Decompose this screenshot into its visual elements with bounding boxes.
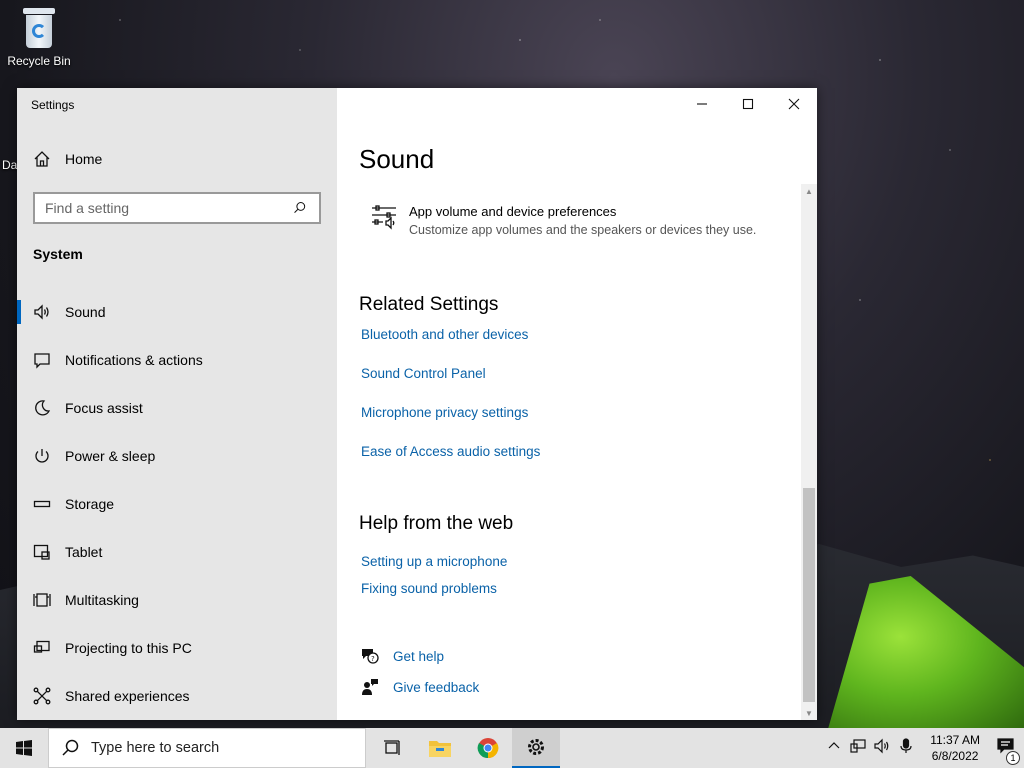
sidebar-item-label: Notifications & actions (65, 352, 203, 368)
scrollbar-thumb[interactable] (803, 488, 815, 702)
get-help-icon: ? (362, 649, 379, 664)
clock[interactable]: 11:37 AM 6/8/2022 (930, 732, 980, 764)
task-view-icon (384, 740, 400, 755)
task-view-button[interactable] (368, 728, 416, 768)
desktop-icon-partial-label[interactable]: Da (2, 158, 17, 172)
volume-icon[interactable] (874, 738, 890, 759)
settings-taskbar-button[interactable] (512, 728, 560, 768)
sidebar-item-shared-experiences[interactable]: Shared experiences (17, 672, 337, 720)
window-title: Settings (31, 98, 75, 112)
recycle-bin-shortcut[interactable]: Recycle Bin (6, 6, 72, 68)
maximize-button[interactable] (725, 88, 771, 120)
close-icon (788, 98, 800, 110)
main-content: Sound App volume and device preferences … (337, 88, 817, 720)
windows-logo-icon (16, 740, 32, 756)
start-button[interactable] (0, 728, 48, 768)
power-icon (33, 447, 51, 465)
link-setting-up-microphone[interactable]: Setting up a microphone (361, 554, 507, 569)
sidebar-item-label: Focus assist (65, 400, 143, 416)
shared-icon (33, 687, 51, 705)
folder-icon (429, 741, 451, 757)
taskbar: Type here to search 11:37 AM 6/8/2022 1 (0, 728, 1024, 768)
give-feedback-label: Give feedback (393, 679, 480, 695)
system-tray: 11:37 AM 6/8/2022 1 (826, 728, 1024, 768)
get-help-link[interactable]: ? Get help (361, 647, 444, 665)
sidebar-item-notifications[interactable]: Notifications & actions (17, 336, 337, 384)
notification-count-badge: 1 (1006, 750, 1020, 765)
clock-time: 11:37 AM (930, 733, 980, 747)
scrollbar[interactable]: ▲ ▼ (801, 184, 817, 720)
sidebar-item-tablet[interactable]: Tablet (17, 528, 337, 576)
scroll-down-arrow[interactable]: ▼ (801, 706, 817, 720)
sidebar-item-label: Power & sleep (65, 448, 156, 464)
sidebar-nav: Sound Notifications & actions Focus assi… (17, 288, 337, 720)
sidebar-item-focus-assist[interactable]: Focus assist (17, 384, 337, 432)
home-label: Home (65, 151, 103, 167)
sidebar-item-storage[interactable]: Storage (17, 480, 337, 528)
link-fixing-sound-problems[interactable]: Fixing sound problems (361, 581, 497, 596)
sidebar-item-label: Projecting to this PC (65, 640, 192, 656)
notification-icon (33, 351, 51, 369)
settings-window: Settings Home Find a setting System Soun… (17, 88, 817, 720)
scroll-up-arrow[interactable]: ▲ (801, 184, 817, 198)
sidebar-item-label: Multitasking (65, 592, 139, 608)
link-bluetooth-devices[interactable]: Bluetooth and other devices (361, 327, 528, 342)
network-icon[interactable] (850, 738, 866, 759)
sidebar-item-multitasking[interactable]: Multitasking (17, 576, 337, 624)
link-ease-of-access-audio[interactable]: Ease of Access audio settings (361, 444, 540, 459)
help-from-web-heading: Help from the web (359, 513, 514, 534)
section-heading-system: System (33, 246, 83, 262)
minimize-button[interactable] (679, 88, 725, 120)
sidebar-item-label: Sound (65, 304, 106, 320)
sidebar-item-label: Shared experiences (65, 688, 190, 704)
link-microphone-privacy[interactable]: Microphone privacy settings (361, 405, 528, 420)
app-volume-preferences-link[interactable]: App volume and device preferences Custom… (371, 204, 756, 237)
microphone-icon[interactable] (898, 737, 914, 759)
chrome-button[interactable] (464, 728, 512, 768)
search-icon (291, 199, 309, 217)
sliders-icon (371, 204, 397, 230)
moon-icon (33, 399, 51, 417)
page-title: Sound (359, 144, 435, 174)
feedback-icon (362, 679, 378, 695)
multitasking-icon (33, 591, 51, 609)
home-link[interactable]: Home (33, 150, 102, 168)
sidebar-item-label: Storage (65, 496, 115, 512)
search-icon (62, 739, 79, 756)
storage-icon (33, 495, 51, 513)
give-feedback-link[interactable]: Give feedback (361, 678, 479, 696)
sidebar: Settings Home Find a setting System Soun… (17, 88, 337, 720)
taskbar-search-placeholder: Type here to search (91, 740, 220, 756)
minimize-icon (697, 103, 707, 105)
file-explorer-button[interactable] (416, 728, 464, 768)
speaker-icon (33, 303, 51, 321)
sidebar-item-projecting[interactable]: Projecting to this PC (17, 624, 337, 672)
find-setting-placeholder: Find a setting (45, 200, 130, 216)
app-volume-description: Customize app volumes and the speakers o… (409, 223, 757, 237)
home-icon (33, 150, 51, 168)
window-controls (679, 88, 817, 120)
sidebar-item-label: Tablet (65, 544, 103, 560)
svg-text:?: ? (371, 655, 375, 663)
find-setting-input[interactable]: Find a setting (33, 192, 321, 224)
get-help-label: Get help (393, 648, 445, 664)
chrome-icon (477, 738, 499, 759)
recycle-bin-icon (19, 6, 59, 50)
sidebar-item-power-sleep[interactable]: Power & sleep (17, 432, 337, 480)
tablet-icon (33, 543, 51, 561)
close-button[interactable] (771, 88, 817, 120)
action-center-button[interactable]: 1 (996, 736, 1020, 765)
sidebar-item-sound[interactable]: Sound (17, 288, 337, 336)
recycle-bin-label: Recycle Bin (7, 54, 71, 68)
gear-icon (528, 739, 544, 755)
related-settings-heading: Related Settings (359, 294, 499, 315)
show-hidden-icons-chevron-icon[interactable] (826, 738, 842, 759)
app-volume-title: App volume and device preferences (409, 204, 617, 219)
taskbar-search-box[interactable]: Type here to search (48, 728, 366, 768)
link-sound-control-panel[interactable]: Sound Control Panel (361, 366, 486, 381)
projecting-icon (33, 639, 51, 657)
maximize-icon (742, 98, 754, 110)
clock-date: 6/8/2022 (931, 749, 979, 763)
